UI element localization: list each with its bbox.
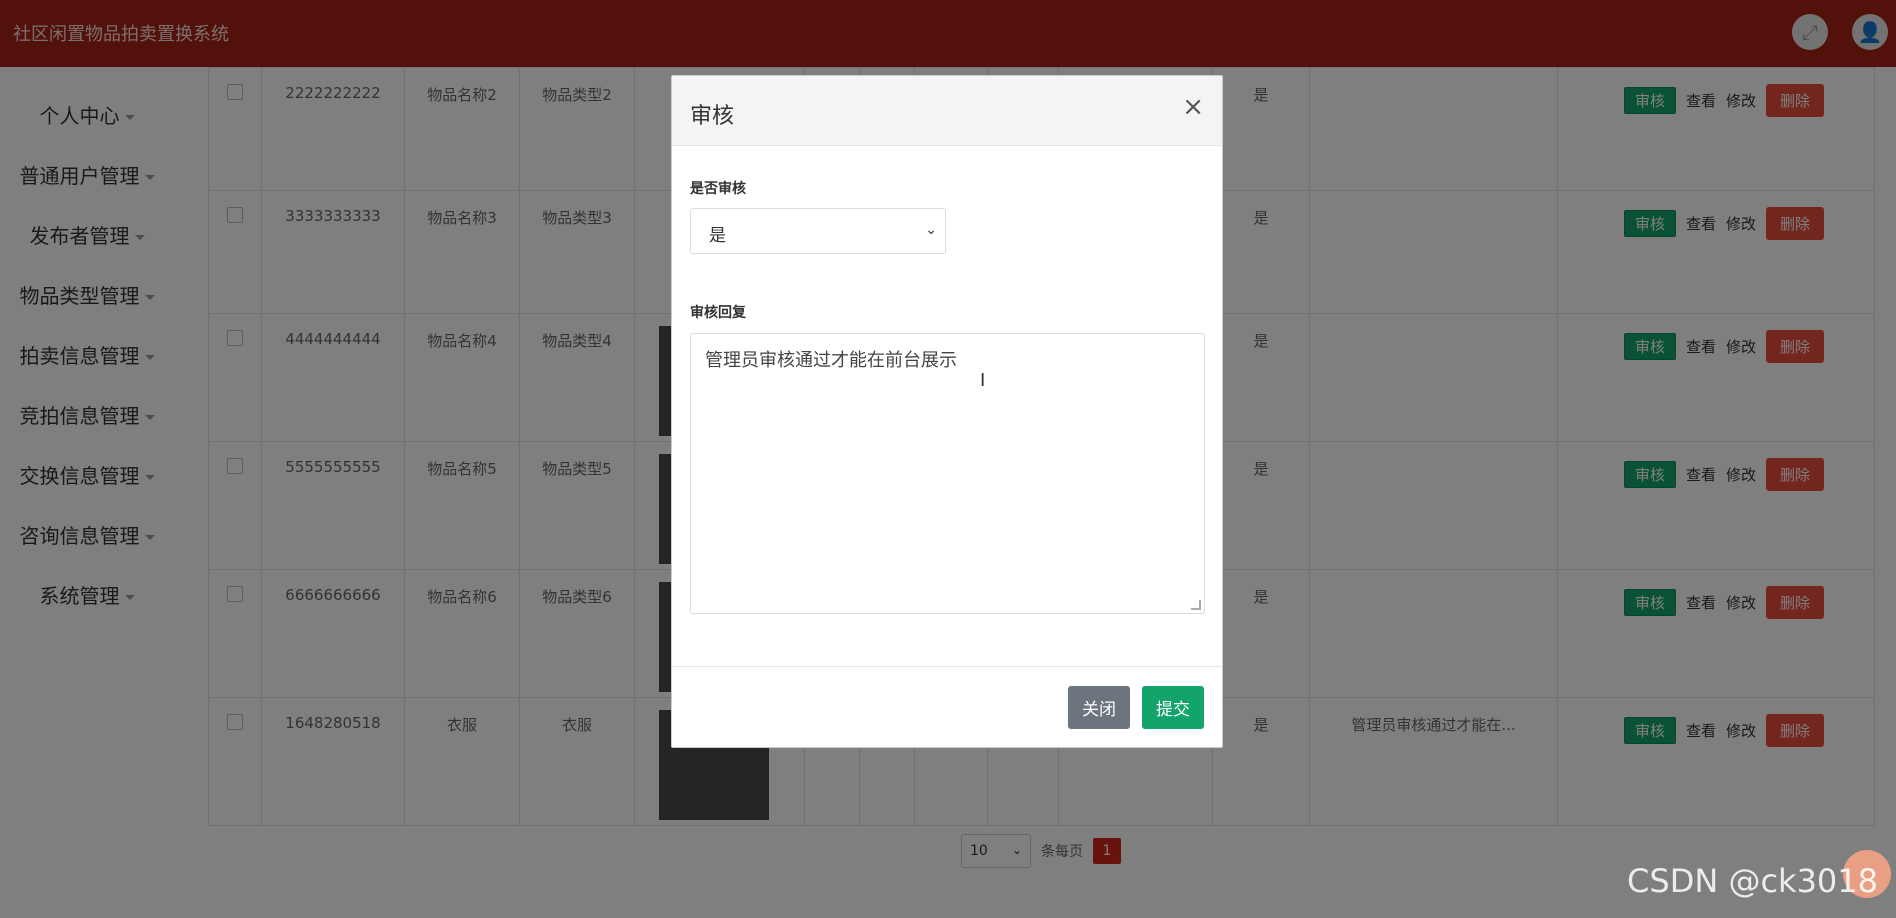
dialog-title: 审核 [690,104,735,129]
audit-reply-textarea[interactable]: 管理员审核通过才能在前台展示 [690,333,1205,614]
audit-status-label: 是否审核 [690,181,746,197]
submit-button[interactable]: 提交 [1142,686,1204,729]
close-button[interactable]: 关闭 [1068,686,1130,729]
resize-handle[interactable] [1191,600,1201,610]
chevron-down-icon: ⌄ [925,222,937,238]
audit-status-select[interactable]: 是 ⌄ [690,208,946,254]
text-cursor-icon: I [980,370,986,391]
dialog-footer: 关闭 提交 [672,666,1222,748]
watermark: CSDN @ck3018 [1627,862,1878,900]
close-icon[interactable]: × [1182,92,1204,122]
audit-reply-label: 审核回复 [690,305,746,321]
dialog-header: 审核 × [672,76,1222,146]
audit-dialog: 审核 × 是否审核 是 ⌄ 审核回复 管理员审核通过才能在前台展示 关闭 提交 [671,75,1223,748]
